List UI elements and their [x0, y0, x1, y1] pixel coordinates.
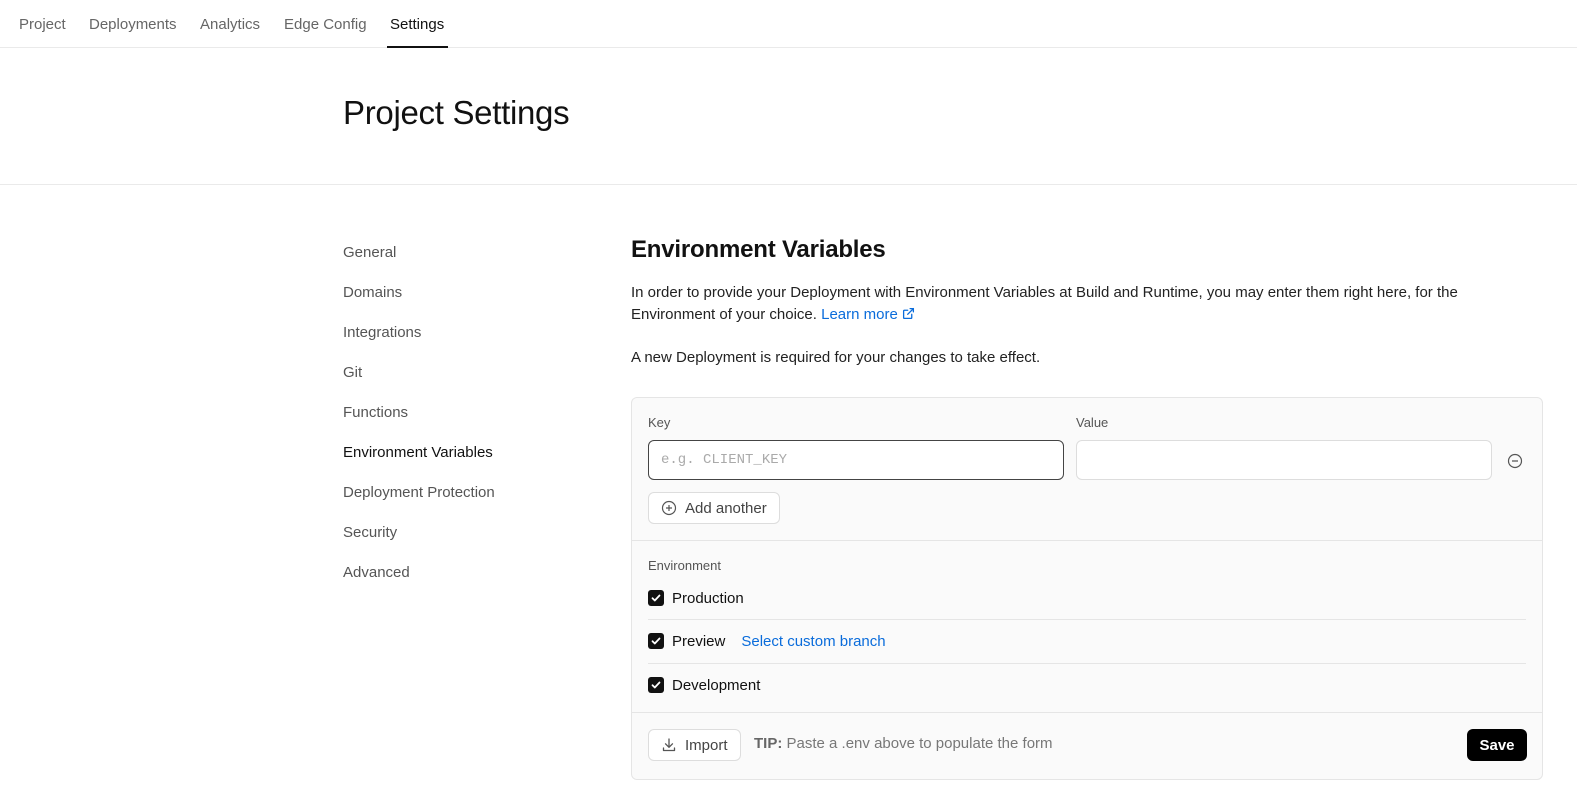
page-header: Project Settings: [0, 48, 1577, 185]
tab-edge-config[interactable]: Edge Config: [281, 0, 370, 48]
sidebar-item-general[interactable]: General: [343, 244, 396, 261]
development-checkbox[interactable]: [648, 677, 664, 693]
download-icon: [662, 738, 676, 752]
sidebar-item-environment-variables[interactable]: Environment Variables: [343, 444, 493, 461]
value-input[interactable]: [1076, 440, 1492, 480]
top-navigation: Project Deployments Analytics Edge Confi…: [0, 0, 1577, 48]
remove-row-icon[interactable]: [1507, 453, 1523, 469]
learn-more-label: Learn more: [821, 306, 898, 323]
value-label: Value: [1076, 415, 1109, 430]
plus-circle-icon: [661, 500, 677, 516]
tip-prefix: TIP:: [754, 735, 783, 752]
description-text: In order to provide your Deployment with…: [631, 284, 1458, 323]
section-title: Environment Variables: [631, 236, 886, 263]
footer-divider: [632, 712, 1542, 713]
key-input[interactable]: [648, 440, 1064, 480]
section-divider: [632, 540, 1542, 541]
preview-checkbox[interactable]: [648, 633, 664, 649]
page-title: Project Settings: [343, 94, 570, 131]
env-option-development: Development: [648, 675, 760, 695]
development-label: Development: [672, 676, 761, 694]
import-button[interactable]: Import: [648, 729, 741, 761]
sidebar-item-advanced[interactable]: Advanced: [343, 564, 410, 581]
env-option-production: Production: [648, 588, 744, 608]
add-another-label: Add another: [685, 499, 767, 517]
tab-analytics[interactable]: Analytics: [197, 0, 263, 48]
sidebar-item-integrations[interactable]: Integrations: [343, 324, 421, 341]
save-button[interactable]: Save: [1467, 729, 1527, 761]
checkmark-icon: [651, 637, 661, 645]
production-label: Production: [672, 589, 744, 607]
production-checkbox[interactable]: [648, 590, 664, 606]
sidebar-item-git[interactable]: Git: [343, 364, 362, 381]
sidebar-item-deployment-protection[interactable]: Deployment Protection: [343, 484, 495, 501]
external-link-icon: [902, 307, 915, 320]
environment-label: Environment: [648, 558, 721, 573]
learn-more-link[interactable]: Learn more: [821, 306, 915, 323]
sidebar-item-domains[interactable]: Domains: [343, 284, 402, 301]
sidebar-item-functions[interactable]: Functions: [343, 404, 408, 421]
tab-settings[interactable]: Settings: [387, 0, 448, 48]
env-variable-form: Key Value Add another Environment Produc…: [631, 397, 1543, 780]
env-option-preview: Preview Select custom branch: [648, 631, 886, 651]
checkmark-icon: [651, 681, 661, 689]
preview-label: Preview: [672, 632, 726, 650]
select-custom-branch-link[interactable]: Select custom branch: [741, 633, 885, 650]
tip-message: Paste a .env above to populate the form: [786, 735, 1053, 752]
import-label: Import: [685, 736, 728, 754]
section-description: In order to provide your Deployment with…: [631, 282, 1543, 326]
tab-deployments[interactable]: Deployments: [86, 0, 180, 48]
checkmark-icon: [651, 594, 661, 602]
add-another-button[interactable]: Add another: [648, 492, 780, 524]
env-divider: [648, 663, 1526, 664]
sidebar-item-security[interactable]: Security: [343, 524, 397, 541]
tab-project[interactable]: Project: [16, 0, 69, 48]
env-divider: [648, 619, 1526, 620]
tip-text: TIP: Paste a .env above to populate the …: [754, 735, 1053, 752]
key-label: Key: [648, 415, 671, 430]
deployment-note: A new Deployment is required for your ch…: [631, 349, 1041, 366]
